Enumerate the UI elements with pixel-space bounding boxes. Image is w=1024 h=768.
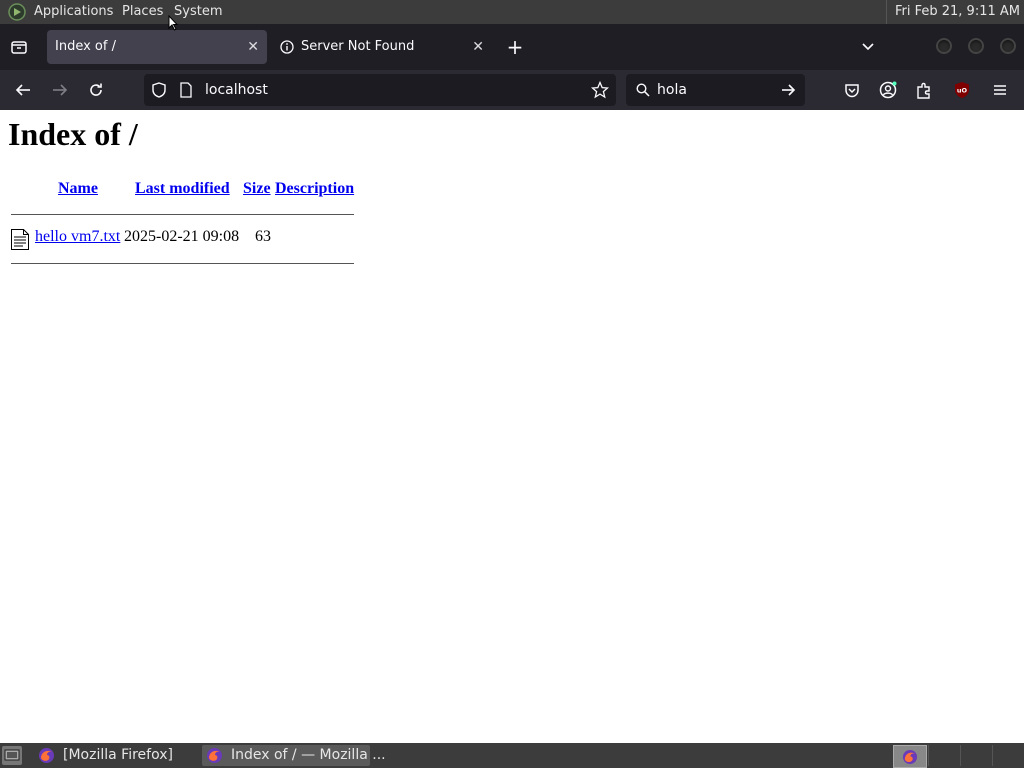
maximize-button[interactable] <box>968 38 984 54</box>
url-text[interactable]: localhost <box>205 74 268 106</box>
taskbar: [Mozilla Firefox] Index of / — Mozilla .… <box>0 743 1024 768</box>
desktop-icon <box>4 749 20 761</box>
tab-close-icon[interactable]: ✕ <box>472 30 484 64</box>
plus-icon: + <box>506 35 524 59</box>
menu-system[interactable]: System <box>174 0 222 24</box>
tab-label: Index of / <box>55 39 116 54</box>
file-size: 63 <box>255 228 271 245</box>
column-header-last-modified[interactable]: Last modified <box>135 180 230 198</box>
url-bar[interactable]: localhost <box>144 74 616 106</box>
tab-close-icon[interactable]: ✕ <box>247 30 259 64</box>
top-panel: Applications Places System Fri Feb 21, 9… <box>0 0 1024 24</box>
column-header-name[interactable]: Name <box>58 180 98 198</box>
search-bar[interactable]: hola <box>626 74 805 106</box>
chevron-down-icon <box>862 43 874 51</box>
svg-text:uO: uO <box>957 87 968 95</box>
forward-arrow-icon <box>53 84 68 96</box>
close-window-button[interactable] <box>1000 38 1016 54</box>
account-button[interactable] <box>877 79 899 101</box>
taskbar-item-firefox[interactable]: [Mozilla Firefox] <box>38 745 196 766</box>
page-content: Index of / Name Last modified Size Descr… <box>0 110 1024 743</box>
tab-strip: Index of / ✕ Server Not Found ✕ + <box>0 24 1024 70</box>
search-input[interactable]: hola <box>657 74 687 106</box>
taskbar-item-label: [Mozilla Firefox] <box>63 747 173 763</box>
firefox-view-icon <box>11 41 27 54</box>
firefox-view-button[interactable] <box>8 36 30 58</box>
list-all-tabs-button[interactable] <box>857 36 879 58</box>
bookmark-star-icon[interactable] <box>591 81 609 99</box>
tab-label: Server Not Found <box>301 39 415 54</box>
column-header-size[interactable]: Size <box>243 180 271 198</box>
navigation-toolbar: localhost hola uO <box>0 70 1024 110</box>
distro-logo-icon[interactable] <box>8 3 26 21</box>
search-icon <box>636 83 650 97</box>
new-tab-button[interactable]: + <box>504 35 526 59</box>
table-divider-bottom <box>11 263 354 264</box>
reload-button[interactable] <box>85 79 107 101</box>
mouse-cursor-icon <box>168 15 178 31</box>
back-arrow-icon <box>15 84 30 96</box>
extensions-button[interactable] <box>913 79 935 101</box>
go-arrow-icon[interactable] <box>781 83 796 97</box>
account-icon <box>879 81 897 99</box>
forward-button[interactable] <box>49 79 71 101</box>
hamburger-menu-icon <box>994 85 1006 95</box>
back-button[interactable] <box>12 79 34 101</box>
column-header-description[interactable]: Description <box>275 180 354 198</box>
menu-places[interactable]: Places <box>122 0 163 24</box>
page-icon[interactable] <box>180 82 192 98</box>
tab-index-of[interactable]: Index of / ✕ <box>47 30 267 64</box>
firefox-icon <box>902 749 918 764</box>
taskbar-item-index-of[interactable]: Index of / — Mozilla ... <box>202 745 386 766</box>
workspace-4[interactable] <box>992 745 1023 766</box>
file-link[interactable]: hello vm7.txt <box>35 228 120 246</box>
firefox-icon <box>207 748 222 763</box>
menu-applications[interactable]: Applications <box>34 0 113 24</box>
shield-icon[interactable] <box>152 82 166 98</box>
text-file-icon <box>11 229 29 250</box>
workspace-2[interactable] <box>928 745 959 766</box>
firefox-icon <box>39 748 54 763</box>
workspace-3[interactable] <box>960 745 991 766</box>
page-title: Index of / <box>8 116 138 152</box>
pocket-icon <box>845 83 859 97</box>
minimize-button[interactable] <box>936 38 952 54</box>
file-modified: 2025-02-21 09:08 <box>124 228 240 245</box>
workspace-1[interactable] <box>893 745 927 768</box>
puzzle-icon <box>917 82 930 99</box>
ublock-origin-icon: uO <box>955 82 969 98</box>
table-divider-top <box>11 214 354 215</box>
show-desktop-button[interactable] <box>2 746 22 765</box>
reload-icon <box>90 83 102 96</box>
pocket-button[interactable] <box>841 79 863 101</box>
panel-clock[interactable]: Fri Feb 21, 9:11 AM <box>885 0 1020 24</box>
tab-server-not-found[interactable]: Server Not Found ✕ <box>272 30 492 64</box>
taskbar-item-label: Index of / — Mozilla ... <box>231 747 386 763</box>
ublock-origin-button[interactable]: uO <box>951 79 973 101</box>
info-icon <box>280 40 294 54</box>
app-menu-button[interactable] <box>989 79 1011 101</box>
